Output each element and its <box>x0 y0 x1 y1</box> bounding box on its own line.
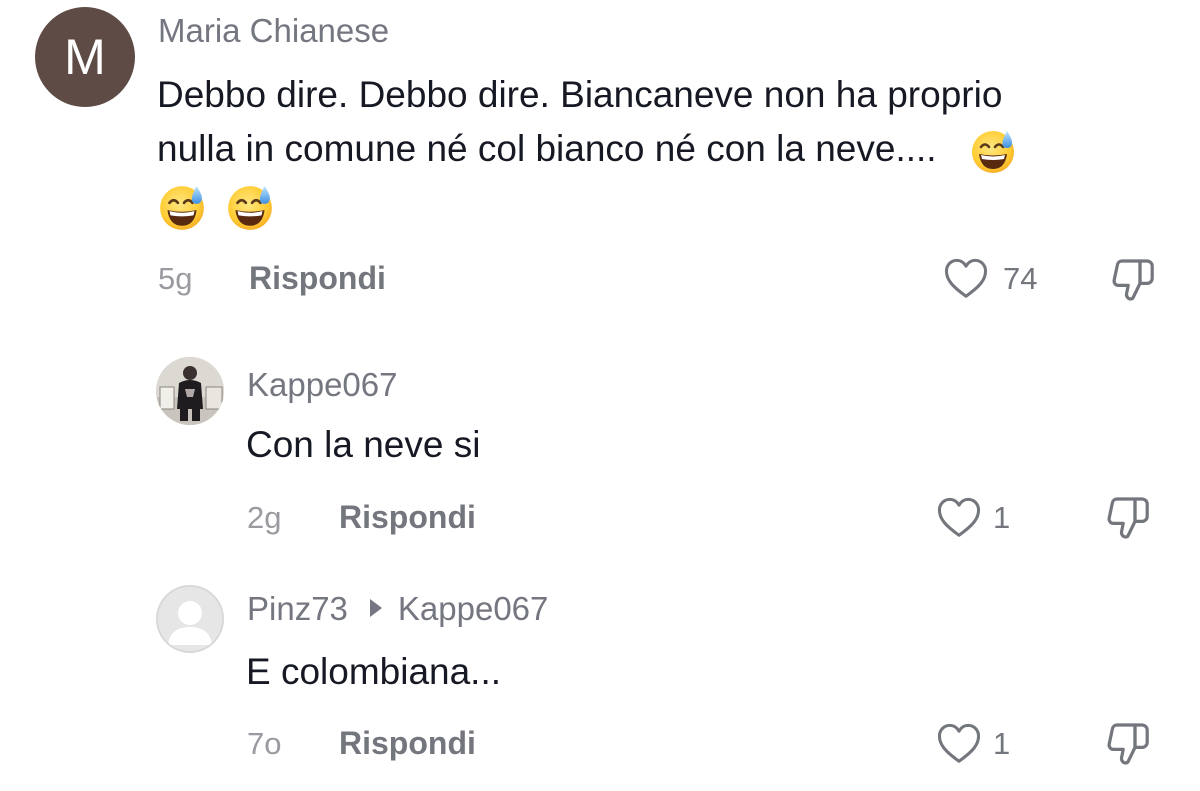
comment-username[interactable]: Kappe067 <box>247 366 397 404</box>
comment-text: E colombiana... <box>246 651 502 692</box>
grinning-face-with-sweat-icon <box>225 182 275 232</box>
thumbs-down-icon[interactable] <box>1104 495 1152 541</box>
like-count: 1 <box>993 726 1011 761</box>
comment-text: Con la neve si <box>246 424 481 465</box>
heart-outline-icon[interactable] <box>943 256 989 300</box>
heart-outline-icon[interactable] <box>936 495 982 539</box>
caret-right-icon <box>369 599 382 618</box>
thumbs-down-icon[interactable] <box>1109 257 1157 303</box>
comment-text: Debbo dire. Debbo dire. Biancaneve non h… <box>157 68 1187 232</box>
like-count: 74 <box>1003 261 1038 296</box>
avatar[interactable] <box>156 585 224 653</box>
comment-timestamp: 7o <box>247 726 282 761</box>
comment-text-line: nulla in comune né col bianco né con la … <box>157 122 1187 176</box>
like-count: 1 <box>993 500 1011 535</box>
comment-username[interactable]: Maria Chianese <box>158 12 389 50</box>
grinning-face-with-sweat-icon <box>969 127 1017 175</box>
comment-timestamp: 2g <box>247 500 282 535</box>
reply-button[interactable]: Rispondi <box>339 499 476 536</box>
grinning-face-with-sweat-icon <box>157 182 207 232</box>
reply-header: Pinz73 Kappe067 <box>247 590 548 628</box>
avatar[interactable]: M <box>35 7 135 107</box>
reply-button[interactable]: Rispondi <box>339 725 476 762</box>
thumbs-down-icon[interactable] <box>1104 721 1152 767</box>
reply-button[interactable]: Rispondi <box>249 260 386 297</box>
comment-timestamp: 5g <box>158 261 193 296</box>
avatar[interactable] <box>156 357 224 425</box>
comment-username[interactable]: Pinz73 <box>247 590 348 627</box>
heart-outline-icon[interactable] <box>936 721 982 765</box>
comment-text-line: Debbo dire. Debbo dire. Biancaneve non h… <box>157 74 1003 115</box>
reply-target-username[interactable]: Kappe067 <box>398 590 548 627</box>
comment-text-content: nulla in comune né col bianco né con la … <box>157 128 937 169</box>
comment-emoji-row <box>157 178 1187 232</box>
